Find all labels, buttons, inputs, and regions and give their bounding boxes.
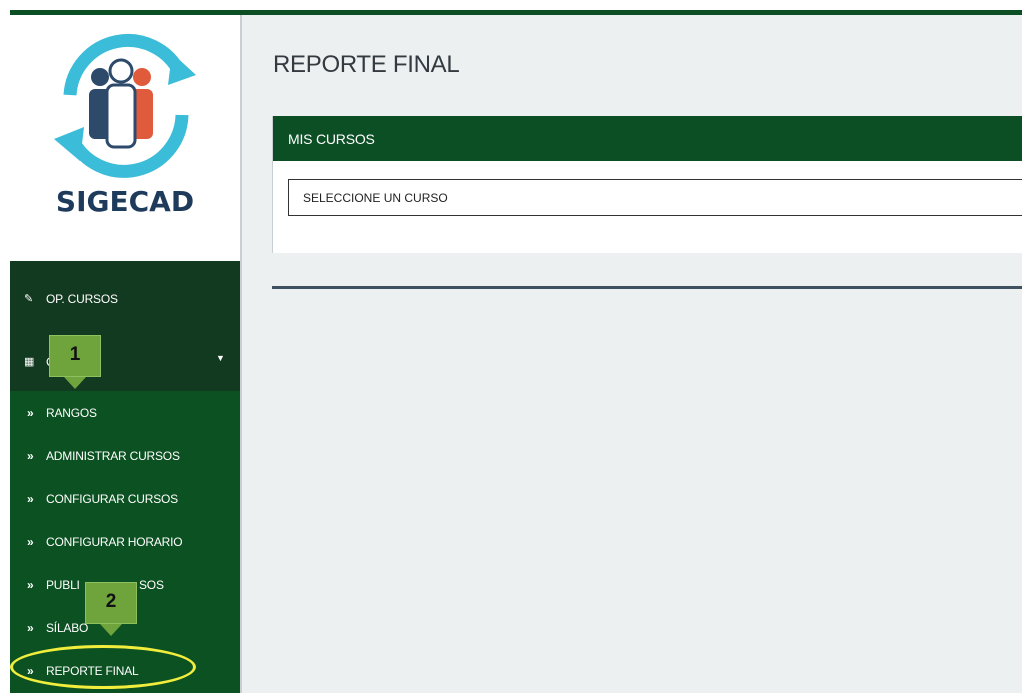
- double-chevron-right-icon: »: [27, 406, 34, 420]
- logo-text: SIGECAD: [55, 185, 195, 218]
- main-content: REPORTE FINAL MIS CURSOS SELECCIONE UN C…: [242, 15, 1022, 693]
- logo-area: SIGECAD: [10, 15, 240, 261]
- callout-badge-1: 1: [49, 335, 101, 389]
- double-chevron-right-icon: »: [27, 449, 34, 463]
- pencil-icon: ✎: [24, 293, 34, 305]
- course-select[interactable]: SELECCIONE UN CURSO: [288, 179, 1022, 216]
- callout-number: 2: [105, 591, 117, 612]
- table-icon: ▦: [24, 356, 35, 368]
- course-select-value: SELECCIONE UN CURSO: [303, 191, 448, 205]
- section-divider: [272, 286, 1022, 289]
- sidebar-item-label: CONFIGURAR CURSOS: [46, 492, 178, 506]
- sidebar-item-label: SÍLABO: [46, 621, 89, 635]
- highlight-ellipse: [10, 645, 196, 689]
- callout-badge-2: 2: [85, 582, 137, 636]
- callout-number: 1: [69, 344, 81, 365]
- panel-title: MIS CURSOS: [288, 131, 375, 147]
- double-chevron-right-icon: »: [27, 621, 34, 635]
- sidebar-item-label: RANGOS: [46, 406, 97, 420]
- double-chevron-right-icon: »: [27, 578, 34, 592]
- caret-down-icon: ▼: [216, 353, 225, 363]
- sidebar-item-label: CONFIGURAR HORARIO: [46, 535, 183, 549]
- sidebar-item-label: OP. CURSOS: [46, 292, 118, 306]
- sidebar-item-label: PUBLI: [46, 578, 80, 592]
- sigecad-logo-icon: [54, 34, 196, 178]
- double-chevron-right-icon: »: [27, 535, 34, 549]
- double-chevron-right-icon: »: [27, 492, 34, 506]
- page-title: REPORTE FINAL: [273, 51, 460, 78]
- panel-header: MIS CURSOS: [273, 116, 1022, 161]
- sidebar-item-label-tail: SOS: [139, 578, 164, 592]
- mis-cursos-panel: MIS CURSOS SELECCIONE UN CURSO: [272, 116, 1022, 253]
- sidebar-dark-section: ✎ OP. CURSOS ▦ C ▼: [10, 261, 240, 391]
- sidebar-item-label: ADMINISTRAR CURSOS: [46, 449, 180, 463]
